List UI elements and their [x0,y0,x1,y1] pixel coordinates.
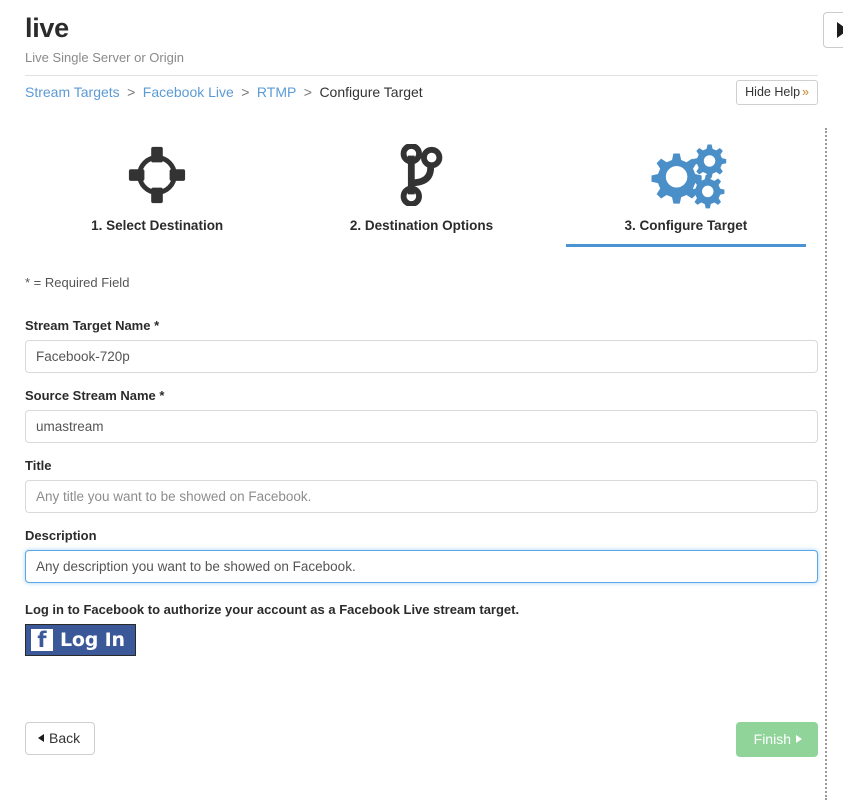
page-subtitle: Live Single Server or Origin [25,50,184,66]
field-source-stream-name: Source Stream Name * [25,388,818,444]
back-button-label: Back [49,730,81,746]
page-title: live [25,13,69,43]
facebook-logo-icon: f [31,628,53,653]
field-description: Description [25,528,818,584]
gears-icon [554,132,818,218]
field-stream-target-name: Stream Target Name * [25,318,818,374]
chevron-left-icon [38,734,44,742]
field-label-text: Source Stream Name [25,388,156,404]
facebook-login-button[interactable]: f Log In [25,624,136,657]
play-triangle-icon [836,22,843,38]
configure-target-form: * = Required Field Stream Target Name * … [0,275,843,657]
page-header: live Live Single Server or Origin [0,0,843,76]
crosshair-target-icon [25,132,289,218]
facebook-login-prompt: Log in to Facebook to authorize your acc… [25,602,520,618]
header-divider [25,75,818,76]
finish-button-label: Finish [753,731,791,747]
breadcrumb-item-facebook-live[interactable]: Facebook Live [143,84,234,100]
field-label: Title [25,458,818,473]
facebook-login-section: Log in to Facebook to authorize your acc… [25,602,818,657]
page-root: live Live Single Server or Origin Stream… [0,0,843,800]
description-input[interactable] [25,550,818,584]
breadcrumb-separator: > [303,84,312,101]
breadcrumb-separator: > [241,84,250,101]
double-chevron-right-icon: » [802,85,809,100]
chevron-right-icon [796,735,802,743]
wizard-footer: Back Finish [25,722,818,766]
expand-panel-button[interactable] [823,12,843,48]
back-button[interactable]: Back [25,722,96,755]
stream-target-name-input[interactable] [25,340,818,374]
breadcrumb-item-stream-targets[interactable]: Stream Targets [25,84,120,100]
field-label-text: Title [25,458,52,474]
code-branch-icon [289,132,553,218]
field-title: Title [25,458,818,514]
wizard-step-configure-target[interactable]: 3. Configure Target [554,132,818,248]
required-asterisk: * [154,318,160,334]
wizard-step-label: 3. Configure Target [624,218,748,234]
hide-help-label: Hide Help [745,85,801,100]
field-label-text: Description [25,528,97,544]
wizard-step-select-destination[interactable]: 1. Select Destination [25,132,289,247]
title-input[interactable] [25,480,818,514]
hide-help-button[interactable]: Hide Help» [736,80,818,106]
breadcrumb-separator: > [127,84,136,101]
field-label: Source Stream Name * [25,388,818,403]
breadcrumb-item-rtmp[interactable]: RTMP [257,84,296,100]
wizard-step-label: 1. Select Destination [91,218,224,234]
breadcrumb-item-configure-target: Configure Target [319,84,423,101]
right-edge-divider [825,128,827,800]
facebook-f-glyph: f [37,628,47,653]
finish-button[interactable]: Finish [735,722,818,757]
active-step-underline [565,244,806,248]
facebook-login-label: Log In [60,629,125,652]
wizard-step-label: 2. Destination Options [349,218,494,234]
field-label: Stream Target Name * [25,318,818,333]
field-label: Description [25,528,818,543]
breadcrumb: Stream Targets > Facebook Live > RTMP > … [0,80,843,114]
wizard-step-destination-options[interactable]: 2. Destination Options [289,132,553,247]
required-asterisk: * [159,388,165,404]
field-label-text: Stream Target Name [25,318,151,334]
source-stream-name-input[interactable] [25,410,818,444]
required-field-note: * = Required Field [25,275,130,291]
wizard-steps: 1. Select Destination 2. Destination Opt… [0,132,843,248]
